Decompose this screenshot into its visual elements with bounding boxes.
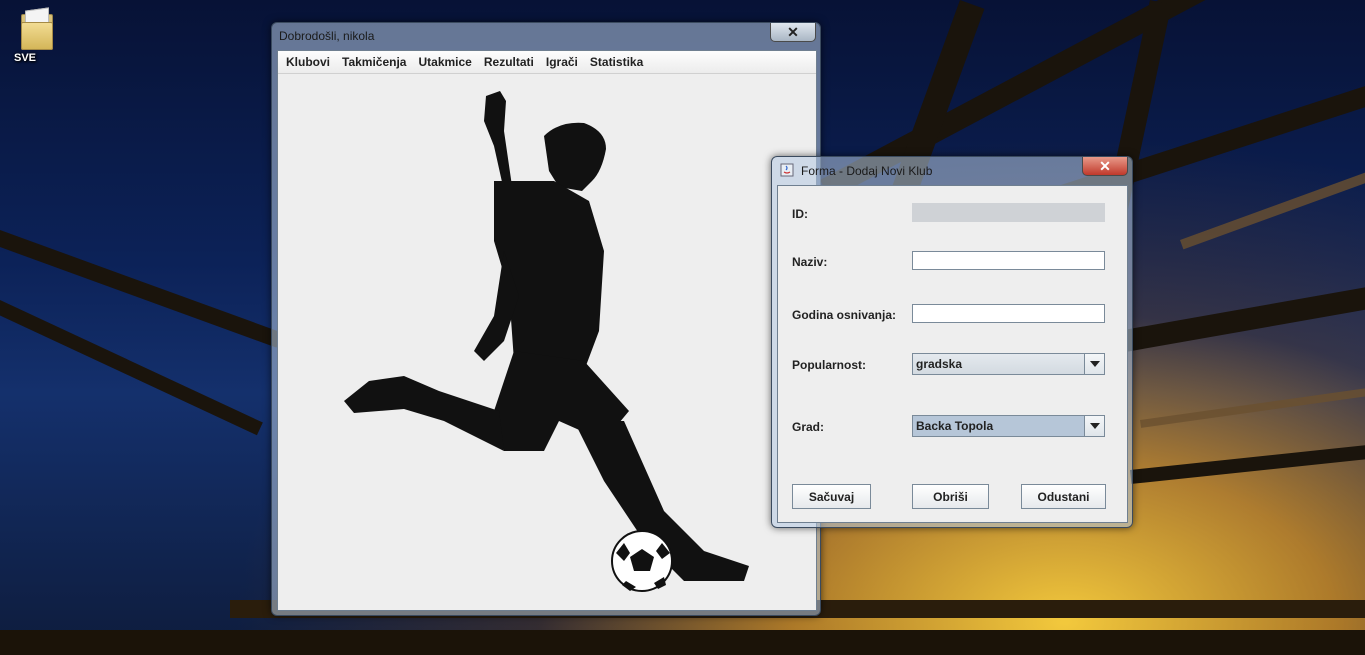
- grad-value: Backa Topola: [913, 416, 1084, 436]
- chevron-down-icon[interactable]: [1084, 354, 1104, 374]
- save-button[interactable]: Sačuvaj: [792, 484, 871, 509]
- grad-label: Grad:: [792, 420, 825, 434]
- chevron-down-icon[interactable]: [1084, 416, 1104, 436]
- delete-button[interactable]: Obriši: [912, 484, 989, 509]
- grad-select[interactable]: Backa Topola: [912, 415, 1105, 437]
- main-window-close-button[interactable]: ✕: [770, 23, 816, 42]
- menu-bar: Klubovi Takmičenja Utakmice Rezultati Ig…: [278, 51, 816, 74]
- id-field: [912, 203, 1105, 222]
- java-icon: [780, 163, 794, 177]
- menu-klubovi[interactable]: Klubovi: [280, 55, 336, 69]
- naziv-label: Naziv:: [792, 255, 828, 269]
- menu-utakmice[interactable]: Utakmice: [412, 55, 477, 69]
- dialog-title: Forma - Dodaj Novi Klub: [801, 164, 933, 178]
- menu-statistika[interactable]: Statistika: [584, 55, 649, 69]
- popularnost-select[interactable]: gradska: [912, 353, 1105, 375]
- godina-osnivanja-field[interactable]: [912, 304, 1105, 323]
- main-window: Dobrodošli, nikola ✕ Klubovi Takmičenja …: [271, 22, 821, 616]
- desktop-folder-sve[interactable]: SVE: [14, 6, 58, 64]
- cancel-button[interactable]: Odustani: [1021, 484, 1106, 509]
- football-player-silhouette: [344, 91, 749, 592]
- add-club-dialog: Forma - Dodaj Novi Klub ✕ ID: Naziv: God…: [771, 156, 1133, 528]
- godina-osnivanja-label: Godina osnivanja:: [792, 308, 897, 322]
- menu-takmicenja[interactable]: Takmičenja: [336, 55, 412, 69]
- dialog-close-button[interactable]: ✕: [1082, 157, 1128, 176]
- id-label: ID:: [792, 207, 808, 221]
- desktop-icon-label: SVE: [14, 52, 37, 64]
- main-window-title: Dobrodošli, nikola: [279, 29, 375, 43]
- menu-igraci[interactable]: Igrači: [540, 55, 584, 69]
- menu-rezultati[interactable]: Rezultati: [478, 55, 540, 69]
- folder-icon: [19, 6, 53, 50]
- naziv-field[interactable]: [912, 251, 1105, 270]
- close-icon: ✕: [787, 23, 799, 40]
- dialog-content: ID: Naziv: Godina osnivanja: Popularnost…: [777, 185, 1128, 523]
- close-icon: ✕: [1099, 157, 1111, 174]
- popularnost-label: Popularnost:: [792, 358, 866, 372]
- popularnost-value: gradska: [913, 354, 1084, 374]
- main-window-content: Klubovi Takmičenja Utakmice Rezultati Ig…: [277, 50, 817, 611]
